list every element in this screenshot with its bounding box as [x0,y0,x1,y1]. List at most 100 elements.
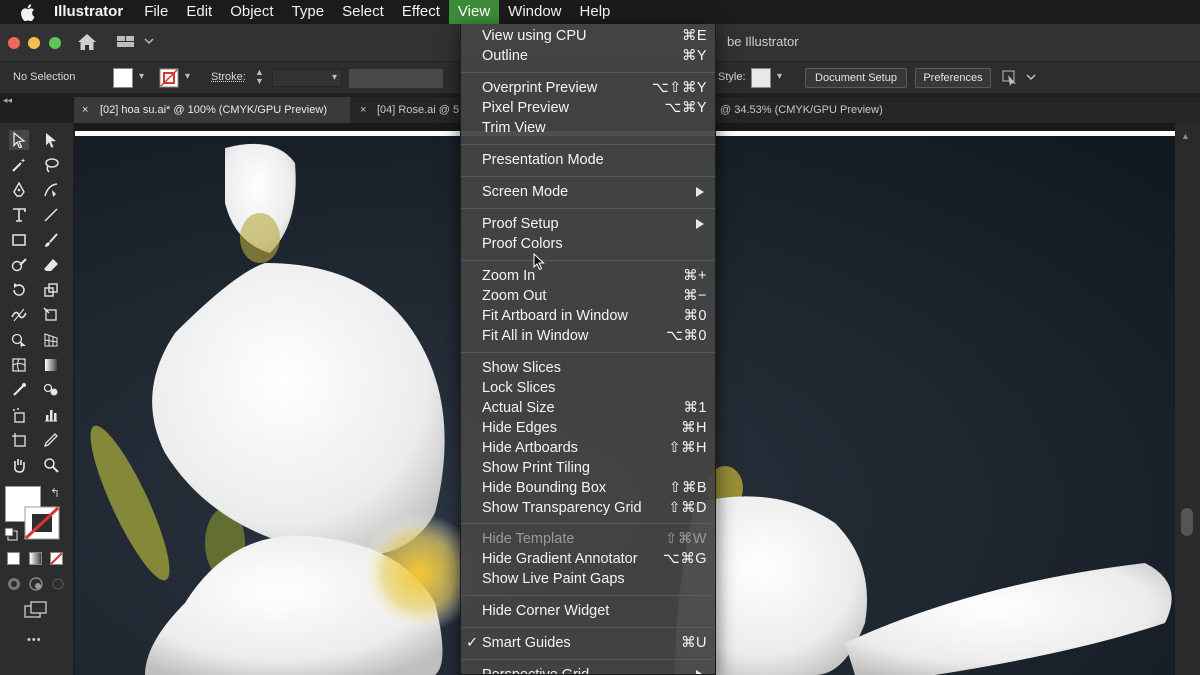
gradient-mode-button[interactable] [29,552,42,565]
menu-item-fit-artboard-in-window[interactable]: Fit Artboard in Window ⌘0 [461,306,715,326]
curvature-tool-icon[interactable] [41,180,61,200]
color-mode-button[interactable] [7,552,20,565]
style-dropdown-chevron-icon[interactable]: ▾ [777,71,782,82]
eyedropper-tool-icon[interactable] [9,380,29,400]
apple-menu-icon[interactable] [0,3,54,21]
menu-item-hide-bounding-box[interactable]: Hide Bounding Box ⇧⌘B [461,478,715,498]
line-segment-tool-icon[interactable] [41,205,61,225]
rectangle-tool-icon[interactable] [9,230,29,250]
menu-item-zoom-out[interactable]: Zoom Out ⌘− [461,286,715,306]
pen-tool-icon[interactable] [9,180,29,200]
eraser-tool-icon[interactable] [41,255,61,275]
menu-item-outline[interactable]: Outline ⌘Y [461,46,715,66]
change-screen-mode-icon[interactable] [24,601,48,624]
stroke-color-box[interactable] [24,506,60,540]
minimize-window-button[interactable] [28,37,40,49]
stroke-swatch-none-icon[interactable] [159,68,179,91]
lasso-tool-icon[interactable] [41,155,61,175]
shaper-tool-icon[interactable] [9,255,29,275]
style-swatch[interactable] [751,68,771,88]
menu-item-hide-artboards[interactable]: Hide Artboards ⇧⌘H [461,438,715,458]
tab-close-icon[interactable]: × [360,97,366,123]
tab-rose[interactable]: × [04] Rose.ai @ 5 [354,97,460,123]
stroke-stepper-icon[interactable]: ▲ ▼ [255,68,264,86]
workspace-switcher-icon[interactable] [116,35,156,54]
menu-item-proof-colors[interactable]: Proof Colors [461,234,715,254]
menu-item-hide-gradient-annotator[interactable]: Hide Gradient Annotator ⌥⌘G [461,549,715,569]
menu-item-perspective-grid[interactable]: Perspective Grid [461,665,715,674]
default-fill-stroke-icon[interactable] [4,527,18,546]
scrollbar-thumb[interactable] [1181,508,1193,536]
draw-normal-icon[interactable] [7,577,21,596]
menu-view[interactable]: View [448,0,500,24]
stroke-dropdown-chevron-icon[interactable]: ▾ [185,71,190,82]
zoom-window-button[interactable] [49,37,61,49]
type-tool-icon[interactable] [9,205,29,225]
draw-behind-icon[interactable] [29,577,43,596]
menu-item-presentation-mode[interactable]: Presentation Mode [461,150,715,170]
menu-item-show-transparency-grid[interactable]: Show Transparency Grid ⇧⌘D [461,498,715,518]
pencil-tool-icon[interactable] [41,430,61,450]
fill-swatch[interactable] [113,68,133,88]
perspective-grid-tool-icon[interactable] [41,330,61,350]
menu-item-pixel-preview[interactable]: Pixel Preview ⌥⌘Y [461,98,715,118]
shape-builder-tool-icon[interactable] [9,330,29,350]
menu-item-actual-size[interactable]: Actual Size ⌘1 [461,398,715,418]
blend-tool-icon[interactable] [41,380,61,400]
gradient-tool-icon[interactable] [41,355,61,375]
width-tool-icon[interactable] [9,305,29,325]
tab-third-document[interactable]: @ 34.53% (CMYK/GPU Preview) [716,97,956,123]
menu-effect[interactable]: Effect [393,0,449,24]
menu-item-view-using-cpu[interactable]: View using CPU ⌘E [461,26,715,46]
home-icon[interactable] [77,33,97,56]
edit-toolbar-button[interactable]: ••• [27,634,42,646]
menu-item-hide-edges[interactable]: Hide Edges ⌘H [461,418,715,438]
draw-inside-icon[interactable] [51,577,65,596]
menu-window[interactable]: Window [499,0,570,24]
menu-type[interactable]: Type [283,0,334,24]
menu-item-zoom-in[interactable]: Zoom In ⌘+ [461,266,715,286]
menu-item-trim-view[interactable]: Trim View [461,118,715,138]
menu-select[interactable]: Select [333,0,393,24]
preferences-button[interactable]: Preferences [915,68,991,88]
rotate-tool-icon[interactable] [9,280,29,300]
collapse-panels-icon[interactable]: ◂◂ [3,95,12,106]
variable-width-profile-field[interactable] [349,69,443,88]
symbol-sprayer-tool-icon[interactable] [9,405,29,425]
magic-wand-tool-icon[interactable] [9,155,29,175]
close-window-button[interactable] [8,37,20,49]
mesh-tool-icon[interactable] [9,355,29,375]
menu-item-fit-all-in-window[interactable]: Fit All in Window ⌥⌘0 [461,326,715,346]
stroke-weight-field[interactable]: ▾ [272,69,342,87]
tab-close-icon[interactable]: × [82,97,88,123]
selection-tool-icon[interactable] [9,130,29,150]
paintbrush-tool-icon[interactable] [41,230,61,250]
column-graph-tool-icon[interactable] [41,405,61,425]
menu-edit[interactable]: Edit [177,0,221,24]
tab-hoa-su[interactable]: × [02] hoa su.ai* @ 100% (CMYK/GPU Previ… [74,97,350,123]
menu-help[interactable]: Help [571,0,620,24]
none-mode-button[interactable] [50,552,63,570]
document-setup-button[interactable]: Document Setup [805,68,907,88]
artboard-tool-icon[interactable] [9,430,29,450]
menu-item-screen-mode[interactable]: Screen Mode [461,182,715,202]
scale-tool-icon[interactable] [41,280,61,300]
direct-selection-tool-icon[interactable] [41,130,61,150]
fill-dropdown-chevron-icon[interactable]: ▾ [139,71,144,82]
menu-item-lock-slices[interactable]: Lock Slices [461,378,715,398]
menu-item-show-slices[interactable]: Show Slices [461,358,715,378]
menu-item-overprint-preview[interactable]: Overprint Preview ⌥⇧⌘Y [461,78,715,98]
menu-object[interactable]: Object [221,0,282,24]
menu-item-hide-corner-widget[interactable]: Hide Corner Widget [461,601,715,621]
arrange-documents-icon[interactable] [1002,69,1042,90]
zoom-tool-icon[interactable] [41,455,61,475]
menu-app-name[interactable]: Illustrator [54,0,135,24]
stroke-label[interactable]: Stroke: [211,71,246,83]
menu-file[interactable]: File [135,0,177,24]
vertical-scrollbar[interactable]: ▲ [1175,123,1200,675]
free-transform-tool-icon[interactable] [41,305,61,325]
menu-item-show-live-paint-gaps[interactable]: Show Live Paint Gaps [461,569,715,589]
menu-item-show-print-tiling[interactable]: Show Print Tiling [461,458,715,478]
swap-fill-stroke-icon[interactable]: ↰ [50,486,60,500]
scroll-up-arrow-icon[interactable]: ▲ [1181,131,1190,141]
